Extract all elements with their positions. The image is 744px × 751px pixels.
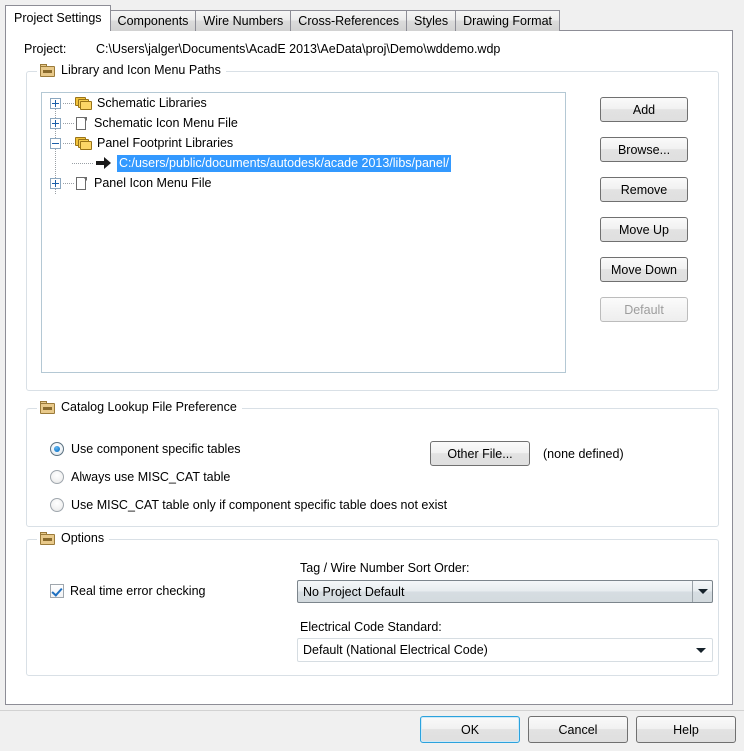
realtime-error-checking-checkbox[interactable]: Real time error checking: [50, 584, 205, 598]
button-label: OK: [460, 722, 480, 737]
radio-icon[interactable]: [50, 442, 64, 456]
button-label: Other File...: [447, 446, 513, 461]
expand-icon[interactable]: [50, 177, 61, 189]
page-icon: [75, 176, 88, 191]
page-icon: [75, 116, 88, 131]
radio-icon[interactable]: [50, 498, 64, 512]
button-label: Cancel: [558, 722, 598, 737]
footer-bar: [0, 711, 744, 751]
radio-icon[interactable]: [50, 470, 64, 484]
tab-drawing-format[interactable]: Drawing Format: [455, 10, 560, 31]
tree-item-schematic-icon-menu-file[interactable]: Schematic Icon Menu File: [42, 113, 565, 133]
radio-misc-cat-only-if-missing[interactable]: Use MISC_CAT table only if component spe…: [50, 498, 447, 512]
tab-label: Project Settings: [14, 11, 102, 25]
tree-dots: [63, 122, 74, 124]
tree-dots: [63, 142, 74, 144]
group-box-icon: [40, 400, 55, 414]
project-path-row: Project: C:\Users\jalger\Documents\AcadE…: [24, 42, 500, 56]
tab-label: Drawing Format: [463, 14, 552, 28]
radio-use-component-specific-tables[interactable]: Use component specific tables: [50, 442, 241, 456]
group-box-icon: [40, 531, 55, 545]
group-title-text: Options: [61, 531, 105, 545]
sort-order-label: Tag / Wire Number Sort Order:: [300, 561, 470, 575]
folder-stack-icon: [75, 136, 92, 151]
tree-dots: [63, 102, 74, 104]
button-label: Browse...: [617, 142, 671, 157]
tree-item-panel-icon-menu-file[interactable]: Panel Icon Menu File: [42, 173, 565, 193]
group-title-text: Library and Icon Menu Paths: [61, 63, 221, 77]
radio-label: Always use MISC_CAT table: [71, 470, 231, 484]
tree-dots: [63, 182, 74, 184]
arrow-icon: [95, 156, 113, 170]
code-standard-label: Electrical Code Standard:: [300, 620, 442, 634]
tab-components[interactable]: Components: [109, 10, 197, 31]
tree-item-label: Panel Icon Menu File: [94, 176, 212, 190]
button-label: Default: [624, 302, 664, 317]
expand-icon[interactable]: [50, 97, 61, 109]
code-standard-select[interactable]: Default (National Electrical Code): [297, 638, 713, 662]
tree-item-label-selected: C:/users/public/documents/autodesk/acade…: [117, 154, 452, 172]
project-path-value: C:\Users\jalger\Documents\AcadE 2013\AeD…: [96, 42, 501, 56]
radio-label: Use component specific tables: [71, 442, 241, 456]
folder-stack-icon: [75, 96, 92, 111]
remove-button[interactable]: Remove: [600, 177, 688, 202]
move-down-button[interactable]: Move Down: [600, 257, 688, 282]
button-label: Move Up: [618, 222, 670, 237]
sort-order-select[interactable]: No Project Default: [297, 580, 713, 603]
button-label: Help: [673, 722, 699, 737]
radio-always-use-misc-cat[interactable]: Always use MISC_CAT table: [50, 470, 230, 484]
button-label: Move Down: [611, 262, 677, 277]
tree-item-label: Schematic Libraries: [97, 96, 207, 110]
tree-item-panel-footprint-libraries[interactable]: Panel Footprint Libraries: [42, 133, 565, 153]
tab-cross-references[interactable]: Cross-References: [290, 10, 408, 31]
tree-item-label: Schematic Icon Menu File: [94, 116, 238, 130]
collapse-icon[interactable]: [50, 137, 61, 149]
button-label: Remove: [620, 182, 668, 197]
other-file-button[interactable]: Other File...: [430, 441, 530, 466]
project-label: Project:: [24, 42, 67, 56]
default-button: Default: [600, 297, 688, 322]
button-label: Add: [632, 102, 656, 117]
checkbox-label: Real time error checking: [70, 584, 206, 598]
browse-button[interactable]: Browse...: [600, 137, 688, 162]
library-paths-tree[interactable]: Schematic Libraries Schematic Icon Menu …: [41, 92, 566, 373]
tab-label: Cross-References: [298, 14, 400, 28]
chevron-down-icon[interactable]: [692, 581, 712, 602]
tree-item-panel-path[interactable]: C:/users/public/documents/autodesk/acade…: [42, 153, 565, 173]
add-button[interactable]: Add: [600, 97, 688, 122]
chevron-down-icon[interactable]: [690, 639, 712, 661]
tab-bar: Project Settings Components Wire Numbers…: [5, 5, 560, 31]
move-up-button[interactable]: Move Up: [600, 217, 688, 242]
radio-label: Use MISC_CAT table only if component spe…: [71, 498, 448, 512]
tree-item-label: Panel Footprint Libraries: [97, 136, 234, 150]
group-title-catalog: Catalog Lookup File Preference: [37, 400, 242, 414]
tab-styles[interactable]: Styles: [406, 10, 457, 31]
tab-label: Styles: [414, 14, 449, 28]
checkbox-icon[interactable]: [50, 584, 64, 598]
cancel-button[interactable]: Cancel: [528, 716, 628, 743]
help-button[interactable]: Help: [636, 716, 736, 743]
tab-project-settings[interactable]: Project Settings: [5, 5, 111, 31]
other-file-status: (none defined): [543, 447, 624, 461]
tree-dots: [72, 162, 94, 164]
tree-item-schematic-libraries[interactable]: Schematic Libraries: [42, 93, 565, 113]
group-title-options: Options: [37, 531, 110, 545]
group-title-library: Library and Icon Menu Paths: [37, 63, 226, 77]
group-title-text: Catalog Lookup File Preference: [61, 400, 237, 414]
ok-button[interactable]: OK: [420, 716, 520, 743]
tab-wire-numbers[interactable]: Wire Numbers: [195, 10, 292, 31]
sort-order-value: No Project Default: [303, 584, 405, 599]
expand-icon[interactable]: [50, 117, 61, 129]
group-box-icon: [40, 63, 55, 77]
tab-label: Wire Numbers: [203, 14, 284, 28]
code-standard-value: Default (National Electrical Code): [303, 643, 488, 657]
tab-label: Components: [117, 14, 189, 28]
